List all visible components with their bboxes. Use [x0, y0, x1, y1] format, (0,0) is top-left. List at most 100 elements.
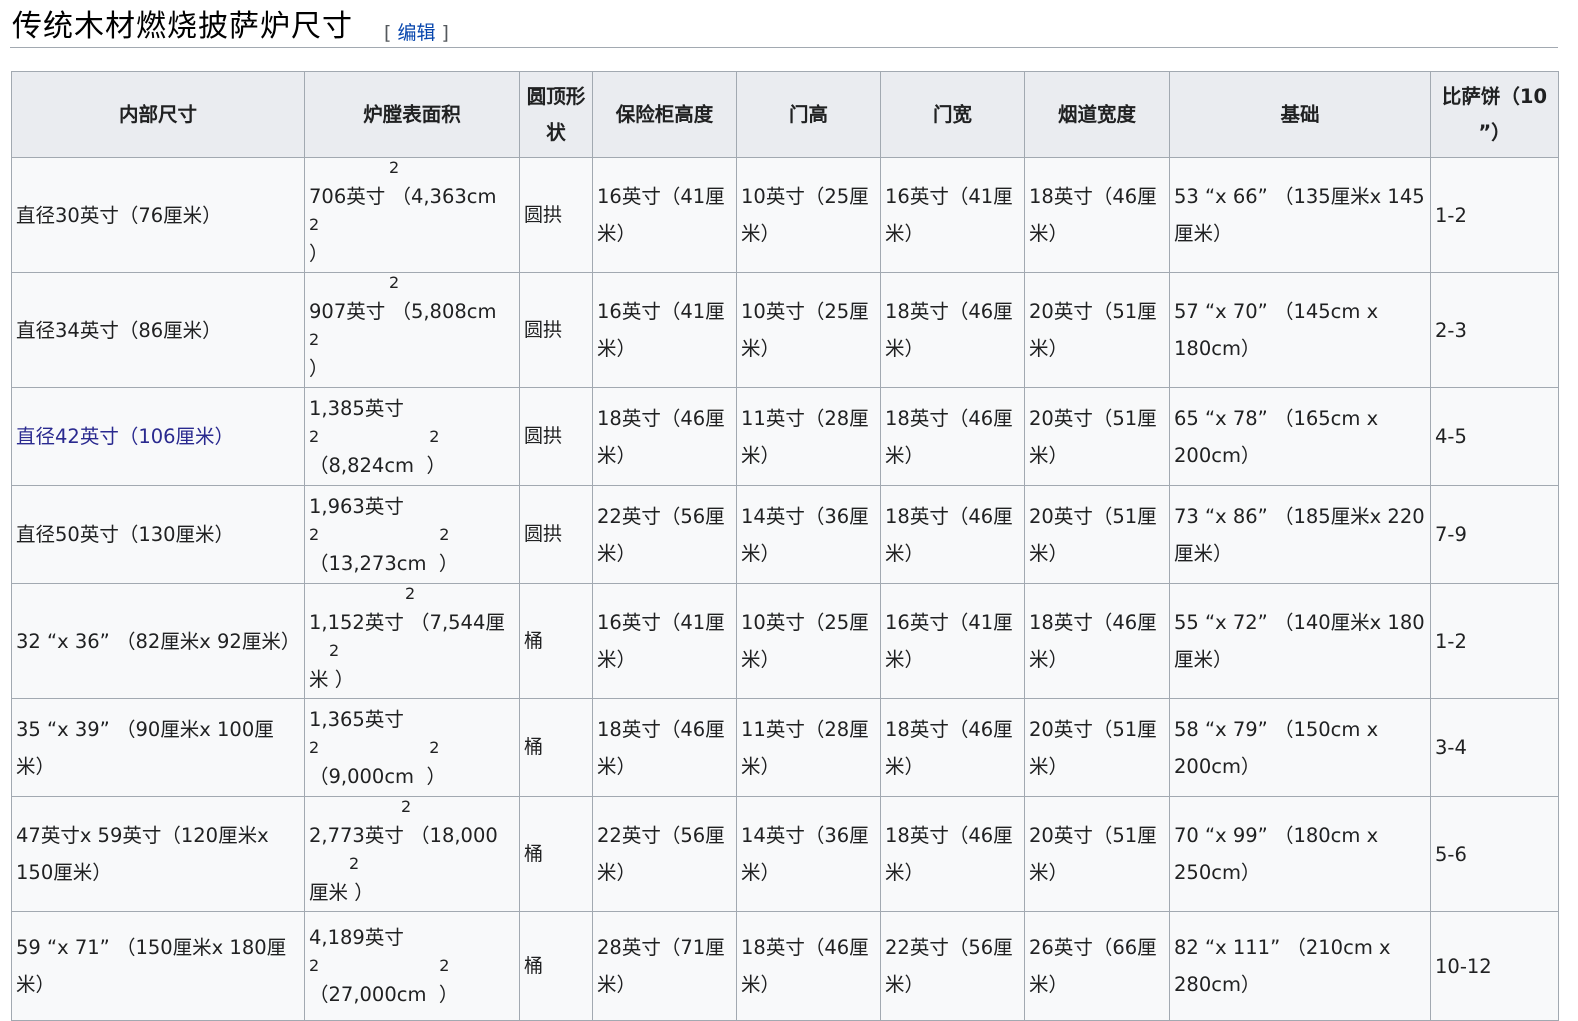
cell-door-width: 18英寸（46厘米）	[880, 387, 1025, 486]
header-hearth-area: 炉膛表面积	[304, 71, 520, 158]
header-inside-size: 内部尺寸	[11, 71, 305, 158]
header-pizzas: 比萨饼（10 ”）	[1430, 71, 1559, 158]
area-close: ）	[426, 453, 446, 477]
table-row: 35 “x 39” （90厘米x 100厘米） 1,365英寸 2 2 （9,00…	[11, 698, 1559, 797]
area-metric: （13,273cm	[309, 551, 427, 575]
area-superscript: 2	[429, 737, 440, 757]
area-imperial: 1,963英寸	[309, 494, 404, 518]
area-imperial: 706英寸	[309, 185, 386, 208]
cell-flue-width: 18英寸（46厘米）	[1024, 583, 1170, 699]
inside-size-link[interactable]: 直径42英寸（106厘米）	[16, 425, 234, 448]
cell-base: 53 “x 66” （135厘米x 145厘米）	[1169, 157, 1431, 273]
area-superscript: 2	[389, 158, 400, 178]
cell-inside-size: 直径30英寸（76厘米）	[11, 157, 305, 273]
area-imperial: 1,365英寸	[309, 707, 404, 731]
cell-door-width: 18英寸（46厘米）	[880, 485, 1025, 584]
cell-flue-width: 20英寸（51厘米）	[1024, 485, 1170, 584]
cell-dome-shape: 桶	[519, 698, 593, 797]
cell-inside-size: 直径34英寸（86厘米）	[11, 272, 305, 388]
oven-sizes-table: 内部尺寸 炉膛表面积 圆顶形状 保险柜高度 门高 门宽 烟道宽度 基础 比萨饼（…	[11, 71, 1559, 1021]
cell-pizzas: 1-2	[1430, 157, 1559, 273]
header-vault-height: 保险柜高度	[592, 71, 737, 158]
cell-base: 65 “x 78” （165cm x 200cm）	[1169, 387, 1431, 486]
cell-vault-height: 16英寸（41厘米）	[592, 272, 737, 388]
cell-dome-shape: 圆拱	[519, 485, 593, 584]
cell-dome-shape: 圆拱	[519, 387, 593, 486]
table-row: 59 “x 71” （150厘米x 180厘米） 4,189英寸 2 2 （27,…	[11, 911, 1559, 1021]
cell-base: 58 “x 79” （150cm x 200cm）	[1169, 698, 1431, 797]
area-superscript: 2	[405, 584, 416, 604]
area-metric: （7,544厘	[410, 611, 505, 634]
area-metric: （18,000	[410, 824, 498, 847]
area-metric: （8,824cm	[309, 453, 415, 477]
cell-flue-width: 20英寸（51厘米）	[1024, 387, 1170, 486]
cell-hearth-area: 2 1,152英寸 （7,544厘 2 米 ）	[304, 583, 520, 699]
table-row: 直径34英寸（86厘米） 2 907英寸 （5,808cm 2 ） 圆拱 16英…	[11, 272, 1559, 388]
cell-dome-shape: 圆拱	[519, 157, 593, 273]
table-row: 47英寸x 59英寸（120厘米x 150厘米） 2 2,773英寸 （18,0…	[11, 796, 1559, 912]
cell-pizzas: 3-4	[1430, 698, 1559, 797]
area-subscript: 2	[329, 641, 340, 660]
cell-inside-size: 32 “x 36” （82厘米x 92厘米）	[11, 583, 305, 699]
edit-section-link[interactable]: 编辑	[397, 22, 435, 44]
cell-hearth-area: 2 706英寸 （4,363cm 2 ）	[304, 157, 520, 273]
cell-hearth-area: 2 2,773英寸 （18,000 2 厘米 ）	[304, 796, 520, 912]
cell-door-height: 14英寸（36厘米）	[736, 485, 881, 584]
table-row: 直径30英寸（76厘米） 2 706英寸 （4,363cm 2 ） 圆拱 16英…	[11, 157, 1559, 273]
area-subscript: 2	[309, 330, 320, 349]
area-imperial: 4,189英寸	[309, 926, 404, 949]
cell-hearth-area: 2 907英寸 （5,808cm 2 ）	[304, 272, 520, 388]
cell-base: 82 “x 111” （210cm x 280cm）	[1169, 911, 1431, 1021]
area-superscript: 2	[389, 273, 400, 293]
cell-vault-height: 22英寸（56厘米）	[592, 485, 737, 584]
cell-flue-width: 20英寸（51厘米）	[1024, 698, 1170, 797]
edit-bracket-close: ]	[441, 22, 449, 44]
cell-hearth-area: 1,963英寸 2 2 （13,273cm ）	[304, 485, 520, 584]
cell-door-width: 18英寸（46厘米）	[880, 272, 1025, 388]
area-close: ）	[309, 357, 329, 380]
cell-dome-shape: 桶	[519, 911, 593, 1021]
header-flue-width: 烟道宽度	[1024, 71, 1170, 158]
cell-vault-height: 28英寸（71厘米）	[592, 911, 737, 1021]
area-close: ）	[438, 983, 459, 1006]
cell-base: 57 “x 70” （145cm x 180cm）	[1169, 272, 1431, 388]
area-metric: （9,000cm	[309, 764, 415, 788]
section-title: 传统木材燃烧披萨炉尺寸	[12, 9, 353, 44]
table-row: 直径42英寸（106厘米） 1,385英寸 2 2 （8,824cm ） 圆拱 1…	[11, 387, 1559, 486]
header-door-height: 门高	[736, 71, 881, 158]
cell-dome-shape: 桶	[519, 583, 593, 699]
area-subscript: 2	[309, 426, 320, 446]
cell-dome-shape: 圆拱	[519, 272, 593, 388]
table-row: 32 “x 36” （82厘米x 92厘米） 2 1,152英寸 （7,544厘…	[11, 583, 1559, 699]
cell-vault-height: 18英寸（46厘米）	[592, 698, 737, 797]
cell-door-height: 10英寸（25厘米）	[736, 583, 881, 699]
cell-pizzas: 10-12	[1430, 911, 1559, 1021]
area-close: 米 ）	[309, 668, 355, 691]
area-close: ）	[309, 242, 329, 265]
cell-door-width: 18英寸（46厘米）	[880, 796, 1025, 912]
cell-base: 70 “x 99” （180cm x 250cm）	[1169, 796, 1431, 912]
cell-vault-height: 16英寸（41厘米）	[592, 583, 737, 699]
cell-flue-width: 20英寸（51厘米）	[1024, 796, 1170, 912]
section-heading: 传统木材燃烧披萨炉尺寸 [ 编辑 ]	[10, 0, 1558, 48]
cell-pizzas: 4-5	[1430, 387, 1559, 486]
area-close: 厘米 ）	[309, 881, 374, 904]
cell-pizzas: 2-3	[1430, 272, 1559, 388]
cell-door-height: 11英寸（28厘米）	[736, 387, 881, 486]
cell-base: 73 “x 86” （185厘米x 220厘米）	[1169, 485, 1431, 584]
area-superscript: 2	[429, 426, 440, 446]
area-subscript: 2	[309, 215, 320, 234]
header-dome-shape: 圆顶形状	[519, 71, 593, 158]
area-subscript: 2	[309, 524, 320, 544]
area-imperial: 2,773英寸	[309, 824, 404, 847]
cell-pizzas: 7-9	[1430, 485, 1559, 584]
cell-hearth-area: 1,385英寸 2 2 （8,824cm ）	[304, 387, 520, 486]
cell-door-width: 22英寸（56厘米）	[880, 911, 1025, 1021]
cell-pizzas: 1-2	[1430, 583, 1559, 699]
area-subscript: 2	[309, 737, 320, 757]
cell-flue-width: 20英寸（51厘米）	[1024, 272, 1170, 388]
cell-door-height: 18英寸（46厘米）	[736, 911, 881, 1021]
area-close: ）	[426, 764, 446, 788]
cell-base: 55 “x 72” （140厘米x 180厘米）	[1169, 583, 1431, 699]
cell-door-height: 10英寸（25厘米）	[736, 272, 881, 388]
